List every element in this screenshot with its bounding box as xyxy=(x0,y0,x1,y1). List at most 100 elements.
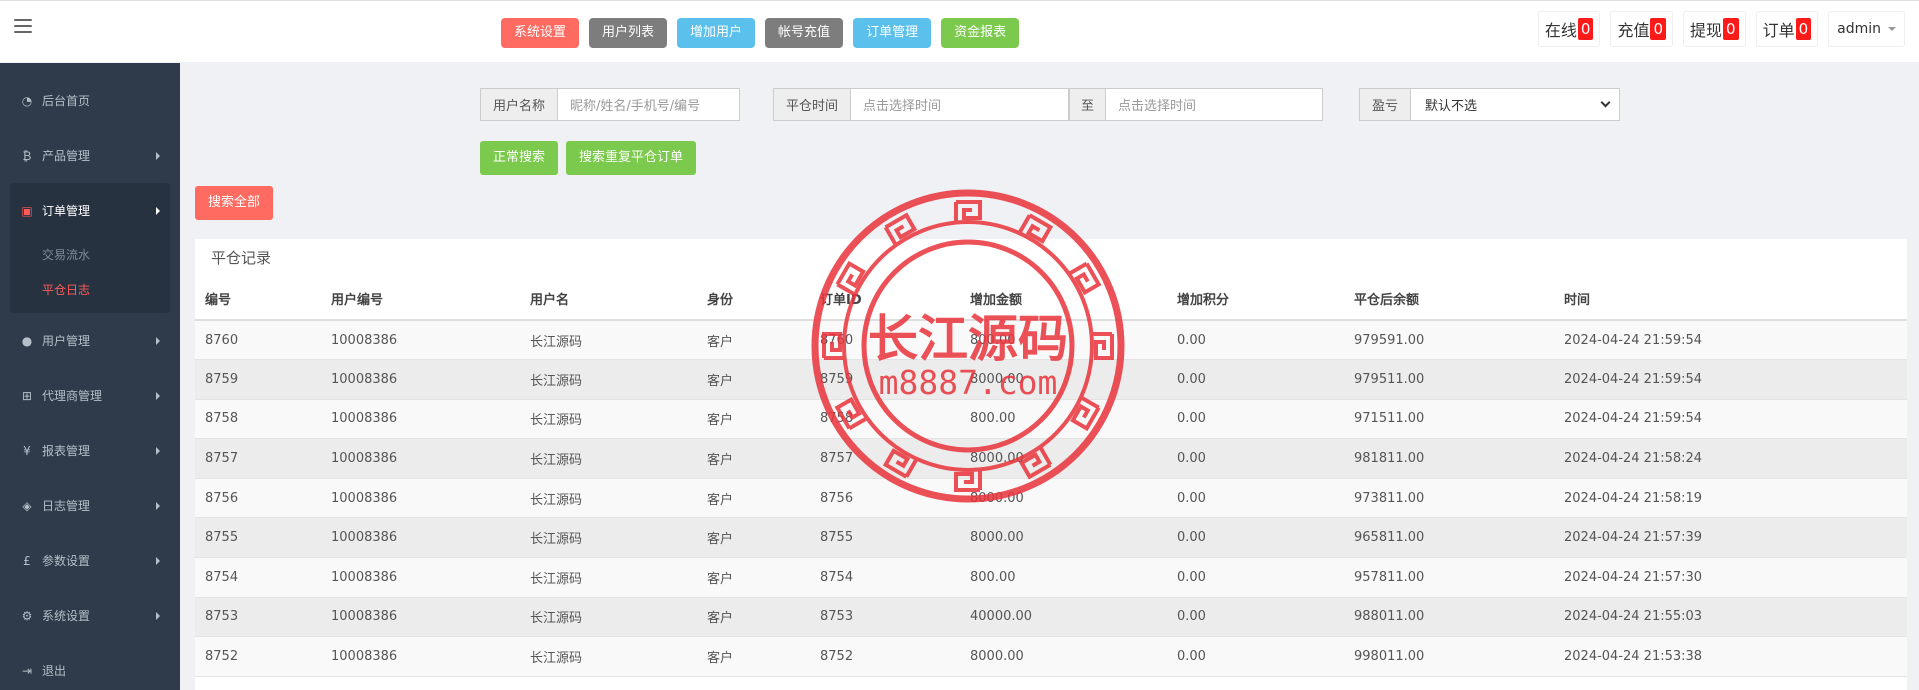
admin-dropdown[interactable]: admin xyxy=(1828,11,1905,47)
admin-name: admin xyxy=(1837,21,1881,37)
chevron-right-icon xyxy=(156,612,160,620)
username-label: 用户名称 xyxy=(480,88,559,121)
table-cell: 2024-04-24 21:59:54 xyxy=(1554,359,1907,400)
stat-counter[interactable]: 在线 0 xyxy=(1537,11,1601,47)
table-cell: 10008386 xyxy=(321,320,520,361)
table-cell: 8759 xyxy=(195,359,321,400)
sidebar-item-label: 退出 xyxy=(42,664,67,678)
caret-down-icon xyxy=(1888,27,1896,31)
table-cell: 长江源码 xyxy=(520,636,697,677)
table-header-row: 编号 用户编号 用户名 身份 订单ID 增加金额 增加积分 平仓后余额 时间 xyxy=(195,278,1907,321)
table-row: 8753 10008386 长江源码 客户 8753 40000.00 0.00 988011… xyxy=(195,597,1907,638)
profit-filter: 盈亏 默认不选 xyxy=(1359,88,1621,121)
table-cell: 8756 xyxy=(195,478,321,519)
chevron-right-icon xyxy=(156,337,160,345)
table-cell: 8757 xyxy=(195,438,321,479)
sidebar-item-products[interactable]: ₿ 产品管理 xyxy=(0,128,180,183)
username-filter: 用户名称 昵称/姓名/手机号/编号 xyxy=(480,88,741,121)
duplicate-search-button[interactable]: 搜索重复平仓订单 xyxy=(566,141,697,175)
profit-select[interactable]: 默认不选 xyxy=(1411,88,1621,121)
table-cell: 979511.00 xyxy=(1344,359,1554,400)
table-cell: 8758 xyxy=(195,399,321,440)
pound-icon: £ xyxy=(23,553,31,568)
top-nav-button[interactable]: 用户列表 xyxy=(589,18,668,48)
top-nav-button[interactable]: 增加用户 xyxy=(677,18,756,48)
table-row: 8752 10008386 长江源码 客户 8752 8000.00 0.00 998011.… xyxy=(195,636,1907,677)
table-cell: 2024-04-24 21:55:03 xyxy=(1554,597,1907,638)
stat-counter[interactable]: 充值 0 xyxy=(1610,11,1673,47)
close-time-from-input[interactable]: 点击选择时间 xyxy=(851,88,1070,121)
table-cell: 0.00 xyxy=(1167,557,1344,598)
table-cell: 客户 xyxy=(697,438,810,479)
table-cell: 长江源码 xyxy=(520,478,697,519)
table-cell: 800.00 xyxy=(960,557,1167,598)
table-cell: 0.00 xyxy=(1167,359,1344,400)
top-nav-button[interactable]: 帐号充值 xyxy=(765,18,844,48)
sitemap-icon: ⊞ xyxy=(21,388,33,403)
stat-label: 提现 xyxy=(1690,21,1723,40)
table-cell: 8757 xyxy=(810,438,960,479)
table-cell: 971511.00 xyxy=(1344,399,1554,440)
search-all-button[interactable]: 搜索全部 xyxy=(195,186,274,220)
table-cell: 客户 xyxy=(697,359,810,400)
sidebar-item-label: 用户管理 xyxy=(42,334,91,348)
close-time-to-input[interactable]: 点击选择时间 xyxy=(1106,88,1324,121)
bitcoin-icon: ₿ xyxy=(22,148,32,163)
menu-toggle-icon[interactable] xyxy=(14,19,32,35)
table-cell: 0.00 xyxy=(1167,399,1344,440)
sidebar-item-agents[interactable]: ⊞ 代理商管理 xyxy=(0,368,180,423)
stat-counter[interactable]: 订单 0 xyxy=(1755,11,1819,47)
table-cell: 长江源码 xyxy=(520,320,697,361)
normal-search-button[interactable]: 正常搜索 xyxy=(480,141,559,175)
sidebar: ◔ 后台首页 ₿ 产品管理 ▣ 订单管理 交易流水 平仓日志 ● 用户管理 ⊞ … xyxy=(0,63,180,690)
table-cell: 10008386 xyxy=(321,557,520,598)
sidebar-subitem-trade-flow[interactable]: 交易流水 xyxy=(10,238,170,273)
sidebar-item-label: 日志管理 xyxy=(42,499,91,513)
table-cell: 2024-04-24 21:53:38 xyxy=(1554,636,1907,677)
sidebar-item-params[interactable]: £ 参数设置 xyxy=(0,533,180,588)
top-nav-button[interactable]: 系统设置 xyxy=(501,18,580,48)
chevron-right-icon xyxy=(156,447,160,455)
sidebar-item-logs[interactable]: ◈ 日志管理 xyxy=(0,478,180,533)
table-cell: 8756 xyxy=(810,478,960,519)
top-nav-button[interactable]: 资金报表 xyxy=(941,18,1020,48)
sidebar-item-users[interactable]: ● 用户管理 xyxy=(0,313,180,368)
table-cell: 长江源码 xyxy=(520,557,697,598)
profit-select-value: 默认不选 xyxy=(1425,99,1478,114)
records-table: 编号 用户编号 用户名 身份 订单ID 增加金额 增加积分 平仓后余额 时间 8760 10008… xyxy=(195,278,1907,677)
sidebar-item-logout[interactable]: ⇥ 退出 xyxy=(0,643,180,690)
table-cell: 8752 xyxy=(195,636,321,677)
to-label: 至 xyxy=(1069,88,1107,121)
column-header: 用户编号 xyxy=(321,278,520,321)
table-cell: 8000.00 xyxy=(960,517,1167,559)
stat-counter[interactable]: 提现 0 xyxy=(1683,11,1746,47)
table-cell: 8759 xyxy=(810,359,960,400)
sidebar-item-reports[interactable]: ¥ 报表管理 xyxy=(0,423,180,478)
sidebar-item-label: 后台首页 xyxy=(42,94,91,108)
username-input[interactable]: 昵称/姓名/手机号/编号 xyxy=(558,88,741,121)
table-cell: 8000.00 xyxy=(960,438,1167,479)
table-cell: 0.00 xyxy=(1167,438,1344,479)
column-header: 时间 xyxy=(1554,278,1907,321)
table-cell: 0.00 xyxy=(1167,636,1344,677)
table-cell: 8760 xyxy=(195,320,321,361)
table-cell: 10008386 xyxy=(321,478,520,519)
top-bar: 系统设置 用户列表 增加用户 帐号充值 订单管理 资金报表 在线 0 充值 0 提现 0 订单 0 ad… xyxy=(0,0,1919,62)
sidebar-item-orders[interactable]: ▣ 订单管理 xyxy=(10,183,170,238)
tag-icon: ◈ xyxy=(22,498,32,513)
table-cell: 10008386 xyxy=(321,517,520,559)
sidebar-item-label: 代理商管理 xyxy=(42,389,103,403)
user-icon: ● xyxy=(21,333,33,348)
chevron-right-icon xyxy=(156,557,160,565)
top-nav-button[interactable]: 订单管理 xyxy=(853,18,932,48)
table-cell: 2024-04-24 21:59:54 xyxy=(1554,399,1907,440)
table-cell: 客户 xyxy=(697,478,810,519)
sidebar-item-system[interactable]: ⚙ 系统设置 xyxy=(0,588,180,643)
stat-badge: 0 xyxy=(1723,18,1739,40)
table-cell: 客户 xyxy=(697,517,810,559)
table-cell: 8753 xyxy=(195,597,321,638)
sidebar-subitem-close-log[interactable]: 平仓日志 xyxy=(10,273,170,308)
table-cell: 10008386 xyxy=(321,438,520,479)
sidebar-item-dashboard[interactable]: ◔ 后台首页 xyxy=(0,73,180,128)
table-cell: 客户 xyxy=(697,597,810,638)
